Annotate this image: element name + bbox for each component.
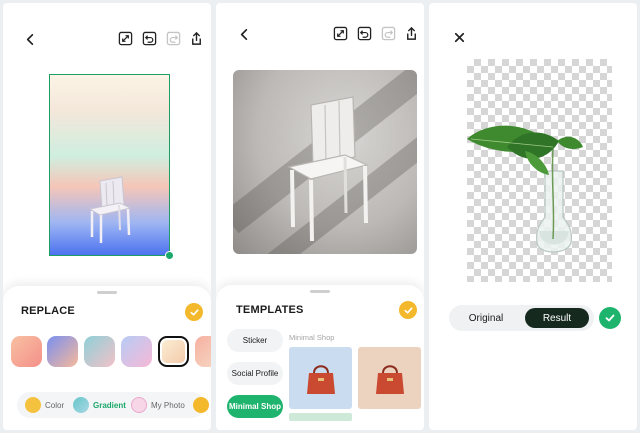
mode-color[interactable]: Color: [25, 396, 64, 414]
swatch-1[interactable]: [11, 336, 42, 367]
resize-handle[interactable]: [165, 251, 174, 260]
template-card-2[interactable]: [358, 347, 421, 409]
mode-color-label: Color: [45, 400, 65, 410]
template-group-label: Minimal Shop: [289, 333, 335, 342]
result-tab[interactable]: Result: [525, 308, 589, 328]
transparent-result-canvas[interactable]: [467, 59, 612, 282]
back-icon[interactable]: [235, 25, 253, 43]
sheet-grabber[interactable]: [310, 290, 330, 293]
chair-photo-canvas[interactable]: [233, 70, 417, 254]
share-icon[interactable]: [187, 29, 205, 47]
sheet-title: REPLACE: [21, 305, 75, 317]
sheet-title: TEMPLATES: [236, 304, 304, 316]
original-tab[interactable]: Original: [454, 308, 518, 328]
plant-vase-image: [467, 125, 583, 253]
category-minimal-shop[interactable]: Minimal Shop: [227, 395, 283, 418]
gradient-background-canvas[interactable]: [49, 74, 174, 260]
replace-screen: REPLACE Color Gradient My Photo: [3, 3, 211, 430]
mode-selector: Color Gradient My Photo: [17, 392, 209, 418]
handbag-icon: [375, 365, 404, 394]
back-icon[interactable]: [21, 30, 39, 48]
mode-my-photo-label: My Photo: [151, 400, 185, 410]
swatch-3[interactable]: [84, 336, 115, 367]
template-card-next[interactable]: [289, 413, 352, 421]
original-result-toggle: Original Result: [449, 305, 594, 331]
result-screen: Original Result: [429, 3, 637, 430]
swatch-4[interactable]: [121, 336, 152, 367]
redo-icon[interactable]: [379, 24, 397, 42]
share-icon[interactable]: [402, 24, 420, 42]
templates-sheet: TEMPLATES Sticker Social Profile Minimal…: [216, 285, 424, 430]
expand-icon[interactable]: [331, 24, 349, 42]
close-icon[interactable]: [450, 28, 468, 46]
photo-dot-icon: [131, 397, 147, 413]
swatch-2[interactable]: [47, 336, 78, 367]
category-sticker[interactable]: Sticker: [227, 329, 283, 352]
chair-image: [287, 96, 369, 242]
confirm-check-icon[interactable]: [185, 303, 203, 321]
swatch-6[interactable]: [195, 336, 211, 367]
template-card-1[interactable]: [289, 347, 352, 409]
swatch-5[interactable]: [158, 336, 189, 367]
mode-my-photo[interactable]: My Photo: [131, 396, 185, 414]
gradient-dot-icon: [73, 397, 89, 413]
expand-icon[interactable]: [116, 29, 134, 47]
category-social-profile[interactable]: Social Profile: [227, 362, 283, 385]
undo-icon[interactable]: [355, 24, 373, 42]
templates-screen: TEMPLATES Sticker Social Profile Minimal…: [216, 3, 424, 430]
mode-gradient[interactable]: Gradient: [73, 396, 126, 414]
confirm-check-icon[interactable]: [599, 307, 621, 329]
sheet-grabber[interactable]: [97, 291, 117, 294]
more-dot-icon: [193, 397, 209, 413]
mode-more[interactable]: [193, 396, 209, 414]
redo-icon[interactable]: [164, 29, 182, 47]
confirm-check-icon[interactable]: [399, 301, 417, 319]
chair-image: [88, 176, 132, 243]
handbag-icon: [306, 365, 335, 394]
mode-gradient-label: Gradient: [93, 400, 126, 410]
undo-icon[interactable]: [140, 29, 158, 47]
replace-sheet: REPLACE Color Gradient My Photo: [3, 286, 211, 430]
color-dot-icon: [25, 397, 41, 413]
